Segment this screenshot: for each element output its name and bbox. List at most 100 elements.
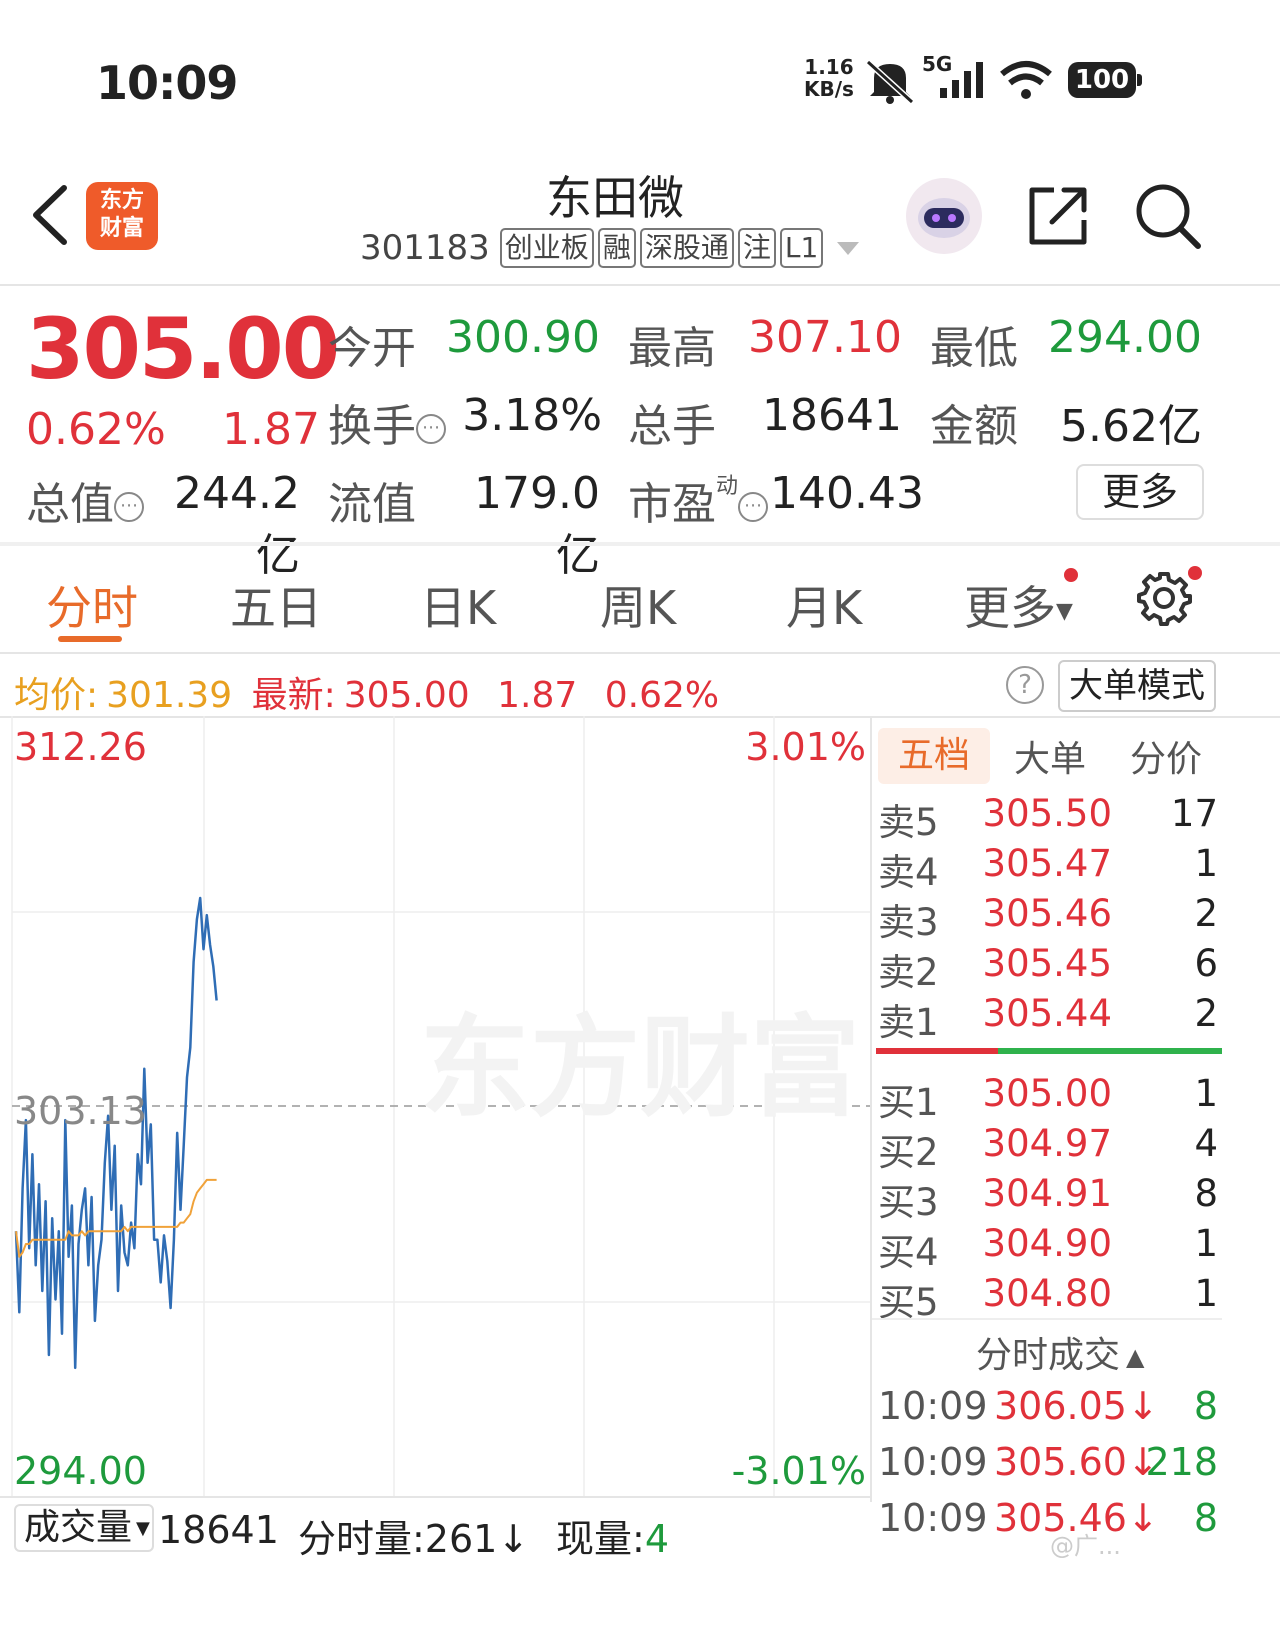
tape-price: 306.05↓ [994,1384,1159,1428]
mktcap-label[interactable]: 总值 ⋯ [26,468,144,532]
bid-price: 304.90 [982,1222,1112,1265]
more-info-icon[interactable]: ⋯ [416,414,446,444]
ask-row[interactable]: 卖5 305.50 17 [876,792,1222,844]
ask-row[interactable]: 卖4 305.47 1 [876,842,1222,894]
tape-divider [872,1318,1222,1320]
robot-icon [918,198,970,238]
bid-ratio-bar [998,1048,1222,1054]
big-order-mode-button[interactable]: 大单模式 [1058,660,1216,712]
float-label: 流值 [328,479,416,530]
mute-bell-icon [865,59,915,104]
tab-big-orders[interactable]: 大单 [1014,730,1086,782]
chart-watermark: 东方财富 [420,1004,860,1132]
assistant-avatar[interactable] [906,178,982,254]
tab-daily-k[interactable]: 日K [420,572,496,638]
low-label: 最低 [930,323,1018,374]
ask-price: 305.47 [982,842,1112,885]
chart-divider [870,716,872,1502]
tab-order-book[interactable]: 五档 [878,728,990,784]
bid-row[interactable]: 买5 304.80 1 [876,1272,1222,1324]
ask-volume: 6 [1194,942,1218,985]
pe-label-text: 市盈 [628,479,716,530]
open-value: 300.90 [446,312,600,363]
ask-price: 305.44 [982,992,1112,1035]
float-value: 179.0亿 [474,468,600,581]
volume-indicator-select[interactable]: 成交量 ▼ [14,1504,154,1552]
intraday-info-line: 均价: 301.39 最新: 305.00 1.87 0.62% [14,666,719,718]
ask-label: 卖1 [878,1001,939,1044]
amount-value: 5.62亿 [1060,401,1202,452]
pe-superscript: 动 [716,474,739,499]
bid-label: 买3 [878,1181,939,1224]
help-icon[interactable]: ? [1006,666,1044,704]
ask-row[interactable]: 卖1 305.44 2 [876,992,1222,1044]
tab-intraday[interactable]: 分时 [46,572,138,638]
tape-header[interactable]: 分时成交 ▲ [976,1326,1144,1378]
tag-level: L1 [779,228,824,268]
tape-volume: 8 [1193,1496,1218,1540]
more-info-icon[interactable]: ⋯ [114,492,144,522]
info-change-value: 1.87 [497,675,578,716]
bid-row[interactable]: 买2 304.97 4 [876,1122,1222,1174]
chevron-down-icon: ▼ [1056,599,1073,624]
ask-ratio-bar [876,1048,998,1054]
chevron-down-icon: ▼ [136,1518,150,1539]
status-time: 10:09 [96,56,238,110]
volume-divider [0,1496,870,1498]
ask-price: 305.45 [982,942,1112,985]
bid-row[interactable]: 买1 305.00 1 [876,1072,1222,1124]
tape-row: 10:09 305.46↓ 8 [876,1496,1222,1550]
turnover-label[interactable]: 换手 ⋯ [328,390,446,454]
tape-volume: 8 [1193,1384,1218,1428]
more-quote-button[interactable]: 更多 [1076,464,1204,520]
bid-price: 305.00 [982,1072,1112,1115]
y-max-label: 312.26 [14,725,147,769]
high-label: 最高 [628,323,716,374]
bid-price: 304.80 [982,1272,1112,1315]
intraday-chart[interactable]: 东方财富 312.26 3.01% 303.13 294.00 -3.01% [0,716,870,1498]
volume-value: 18641 [762,390,902,441]
tab-weekly-k[interactable]: 周K [600,572,676,638]
tab-monthly-k[interactable]: 月K [786,572,862,638]
turnover-value: 3.18% [462,390,602,441]
wifi-icon [1000,61,1052,99]
more-info-icon[interactable]: ⋯ [738,492,769,522]
bid-row[interactable]: 买4 304.90 1 [876,1222,1222,1274]
avg-value: 301.39 [106,675,233,716]
dropdown-triangle-icon[interactable] [837,241,860,255]
net-speed-unit: KB/s [804,77,854,101]
total-volume: 18641 [158,1508,279,1552]
low-value: 294.00 [1048,312,1202,363]
pe-label[interactable]: 市盈动⋯ [628,468,769,532]
tab-price-distribution[interactable]: 分价 [1130,730,1202,782]
tab-five-day[interactable]: 五日 [230,572,322,638]
battery-indicator: 100 [1068,62,1142,98]
chevron-up-icon: ▲ [1126,1343,1145,1371]
ask-row[interactable]: 卖2 305.45 6 [876,942,1222,994]
ask-volume: 1 [1194,842,1218,885]
gear-icon[interactable] [1136,570,1192,626]
notification-dot [1064,568,1078,582]
header-divider [0,284,1280,286]
stock-code: 301183 [360,228,490,268]
bid-volume: 4 [1194,1122,1218,1165]
ask-label: 卖4 [878,851,939,894]
turnover-label-text: 换手 [328,401,416,452]
share-icon[interactable] [1026,184,1090,248]
current-volume: 现量:4 [556,1508,669,1563]
minute-volume: 分时量:261↓ [298,1517,530,1561]
tape-time: 10:09 [878,1496,988,1540]
bid-volume: 1 [1194,1072,1218,1115]
amount-label: 金额 [930,401,1018,452]
net-speed-value: 1.16 [804,55,854,79]
bid-row[interactable]: 买3 304.91 8 [876,1172,1222,1224]
bid-price: 304.97 [982,1122,1112,1165]
bid-label: 买1 [878,1081,939,1124]
tab-more[interactable]: 更多▼ [964,572,1073,638]
stock-meta[interactable]: 301183 创业板 融 深股通 注 L1 [360,228,860,268]
ask-label: 卖2 [878,951,939,994]
post-watermark: @广... [1050,1532,1121,1560]
ask-volume: 17 [1170,792,1218,835]
ask-row[interactable]: 卖3 305.46 2 [876,892,1222,944]
search-icon[interactable] [1134,182,1202,250]
